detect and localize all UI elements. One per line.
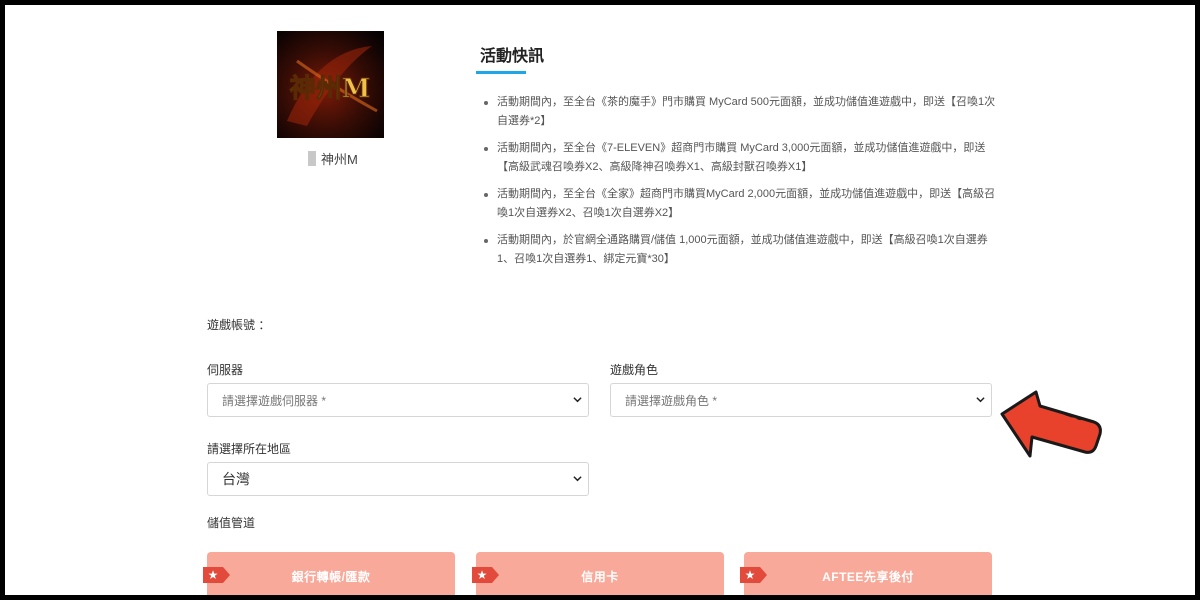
game-logo: 神州M	[277, 31, 384, 138]
news-item: 活動期間內，至全台《茶的魔手》門市購買 MyCard 500元面額，並成功儲值進…	[480, 93, 1000, 131]
chevron-down-icon	[573, 476, 582, 482]
role-label: 遊戲角色	[610, 363, 659, 377]
channel-label: 儲值管道	[207, 516, 256, 530]
game-logo-art: 神州M	[287, 46, 378, 126]
star-tag-icon	[740, 567, 767, 583]
region-select[interactable]: 台灣	[207, 462, 589, 496]
game-logo-text: 神州M	[290, 74, 371, 104]
game-name-row: 神州M	[308, 150, 358, 167]
credit-card-button[interactable]: 信用卡	[472, 552, 724, 600]
account-label: 遊戲帳號 ：	[207, 318, 271, 332]
star-tag-icon	[203, 567, 230, 583]
news-item: 活動期間內，至全台《7-ELEVEN》超商門市購買 MyCard 3,000元面…	[480, 139, 1000, 177]
credit-card-label: 信用卡	[581, 569, 619, 584]
region-label: 請選擇所在地區	[207, 442, 292, 456]
news-title: 活動快訊	[480, 48, 545, 65]
game-bar	[308, 150, 316, 166]
bank-transfer-button[interactable]: 銀行轉帳/匯款	[203, 552, 455, 600]
screenshot-frame	[0, 0, 1200, 600]
aftee-label: AFTEE先享後付	[822, 569, 914, 584]
server-label: 伺服器	[207, 363, 244, 377]
star-tag-icon	[472, 567, 499, 583]
chevron-down-icon	[976, 397, 985, 403]
arrow-pointer-icon	[1000, 390, 1102, 458]
news-title-underline	[476, 71, 526, 74]
game-name: 神州M	[321, 151, 358, 167]
chevron-down-icon	[573, 397, 582, 403]
role-select-text: 請選擇遊戲角色 *	[625, 393, 718, 408]
server-select-text: 請選擇遊戲伺服器 *	[222, 393, 327, 408]
aftee-button[interactable]: AFTEE先享後付	[740, 552, 992, 600]
news-item: 活動期間內，於官網全通路購買/儲值 1,000元面額，並成功儲值進遊戲中，即送【…	[480, 231, 1000, 269]
news-item: 活動期間內，至全台《全家》超商門市購買MyCard 2,000元面額，並成功儲值…	[480, 185, 1000, 223]
news-list: 活動期間內，至全台《茶的魔手》門市購買 MyCard 500元面額，並成功儲值進…	[480, 93, 1000, 277]
role-select[interactable]: 請選擇遊戲角色 *	[610, 383, 992, 417]
bank-transfer-label: 銀行轉帳/匯款	[291, 569, 371, 584]
server-select[interactable]: 請選擇遊戲伺服器 *	[207, 383, 589, 417]
region-select-text: 台灣	[222, 471, 250, 487]
